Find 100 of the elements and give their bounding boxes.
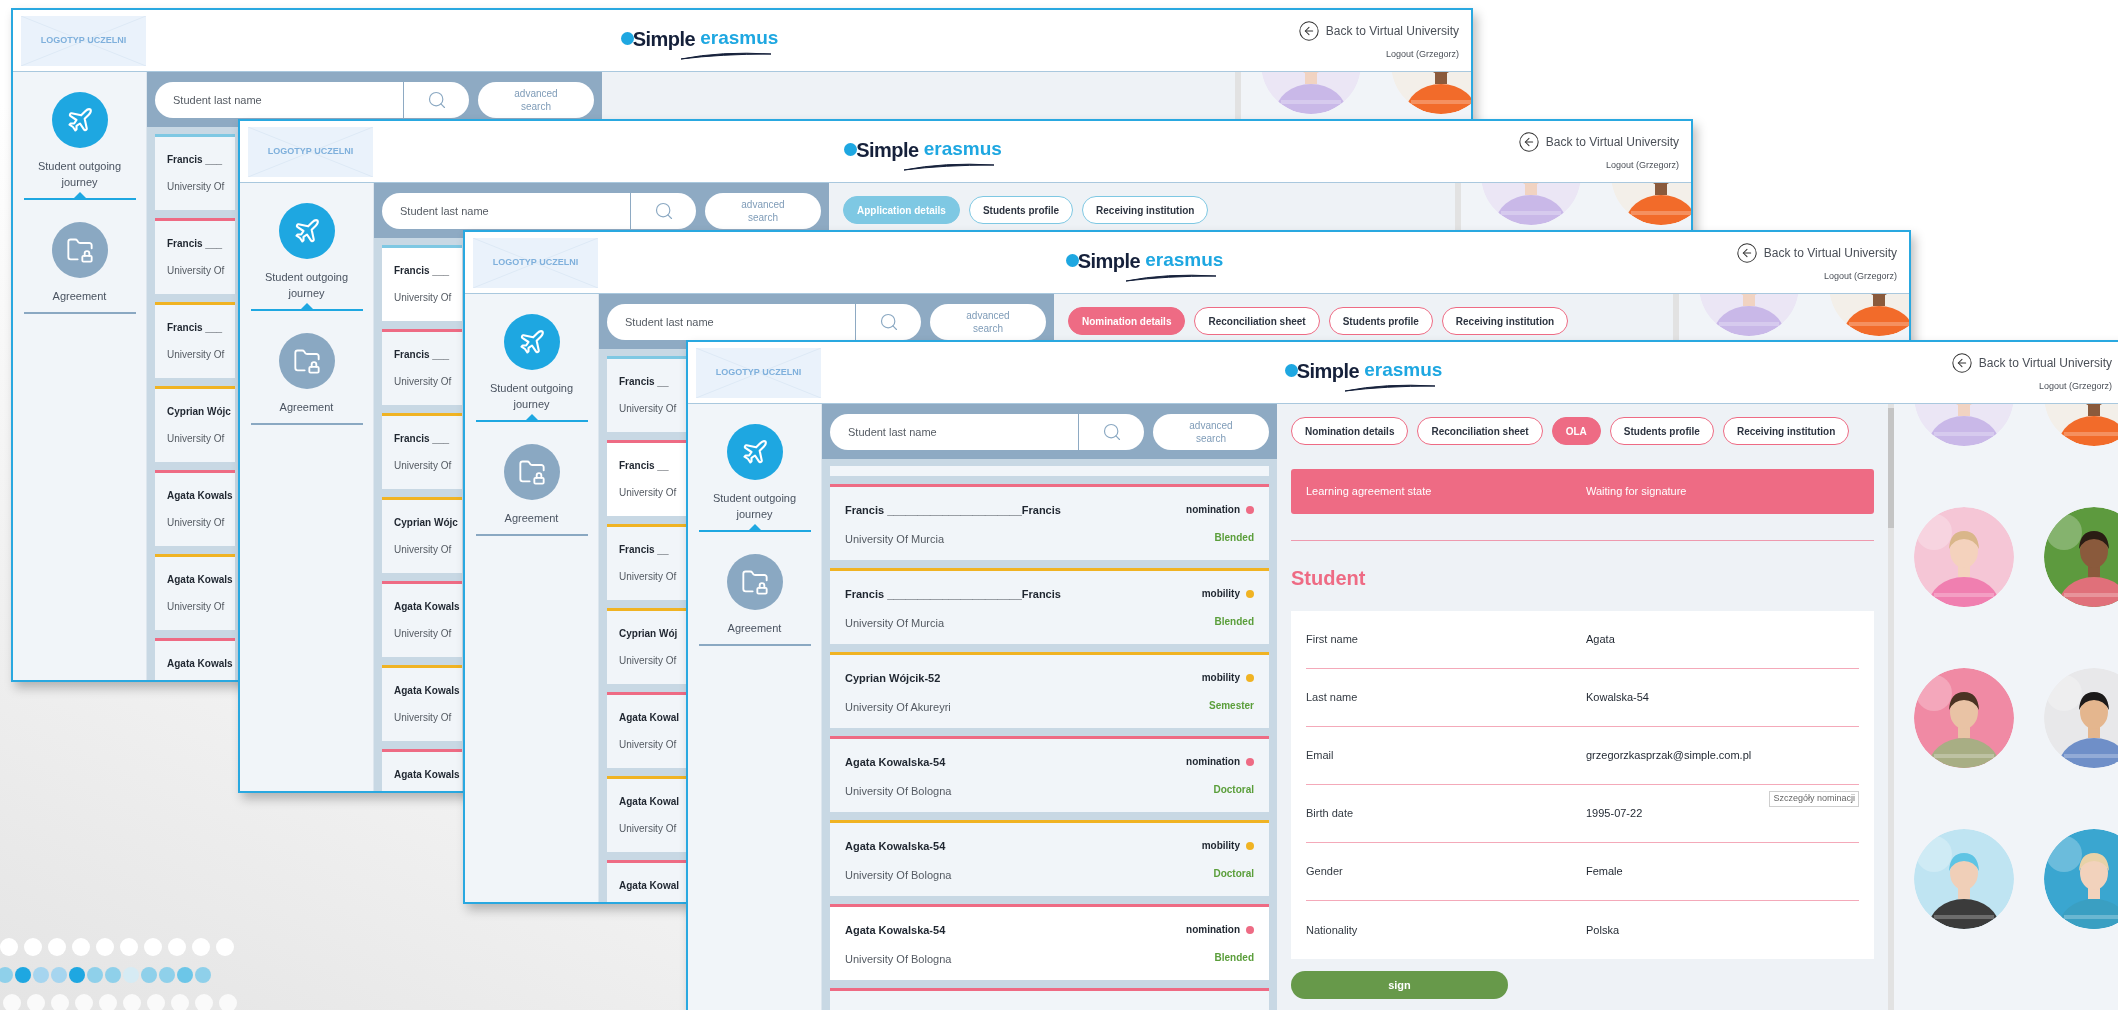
list-card[interactable]: Agata Kowals University Of xyxy=(382,581,462,657)
list-card[interactable]: Francis __ University Of xyxy=(607,524,687,600)
student-name: Agata Kowals xyxy=(394,600,460,614)
list-card[interactable]: Agata Kowals xyxy=(155,638,235,680)
search-button[interactable] xyxy=(855,303,921,340)
tab[interactable]: Reconciliation sheet xyxy=(1194,307,1320,335)
list-card[interactable]: Francis ______________________Francis University Of Murcia mobility Blended xyxy=(830,568,1269,644)
list-card[interactable]: Agata Kowal xyxy=(607,860,687,902)
search-field[interactable]: Student last name xyxy=(830,413,1078,450)
back-link[interactable]: Back to Virtual University xyxy=(1297,19,1459,42)
tab[interactable]: Students profile xyxy=(968,196,1074,224)
list-card[interactable]: Agata Kowal University Of xyxy=(607,776,687,852)
status-label: nomination xyxy=(1186,923,1240,937)
nav-item[interactable]: Student outgoing journey xyxy=(698,424,811,532)
nav-item[interactable]: Student outgoing journey xyxy=(475,314,588,422)
list-card[interactable]: Francis ___ University Of xyxy=(155,302,235,378)
tab[interactable]: Receiving institution xyxy=(1722,417,1850,445)
search-button[interactable] xyxy=(1078,413,1144,450)
nav-item[interactable]: Agreement xyxy=(475,444,588,536)
university-name: University Of xyxy=(619,654,678,668)
field-value: 1995-07-22 xyxy=(1586,806,1643,822)
list-card[interactable]: Agata Kowals University Of xyxy=(382,665,462,741)
back-link[interactable]: Back to Virtual University xyxy=(1517,130,1679,153)
tab[interactable]: Nomination details xyxy=(1291,417,1409,445)
list-card[interactable]: Francis ______________________Francis University Of Murcia nomination Blended xyxy=(830,484,1269,560)
student-name: Francis ___ xyxy=(394,264,451,278)
brand-logo: Simple erasmus xyxy=(620,23,779,58)
list-card[interactable]: Cyprian Wójc University Of xyxy=(155,386,235,462)
nav-item[interactable]: Agreement xyxy=(23,222,136,314)
tab[interactable]: Students profile xyxy=(1328,307,1433,335)
student-name: Agata Kowals xyxy=(167,489,233,503)
logout-link[interactable]: Logout (Grzegorz) xyxy=(1823,269,1897,284)
list-card[interactable]: Francis ___ University Of xyxy=(155,134,235,210)
university-name: University Of Murcia xyxy=(845,615,946,631)
list-card[interactable]: Francis ___ University Of xyxy=(382,413,462,489)
student-name: Francis ______________________Francis xyxy=(845,503,1061,518)
logout-link[interactable]: Logout (Grzegorz) xyxy=(1605,158,1679,173)
tab[interactable]: Students profile xyxy=(1609,417,1714,445)
back-link[interactable]: Back to Virtual University xyxy=(1950,351,2112,374)
student-name: Francis ___ xyxy=(167,321,224,335)
student-name: Francis __ xyxy=(619,543,670,557)
list-card[interactable]: Cyprian Wójc University Of xyxy=(382,497,462,573)
nav-item[interactable]: Student outgoing journey xyxy=(23,92,136,200)
field-label: Nationality xyxy=(1306,922,1359,938)
university-name: University Of xyxy=(394,543,453,557)
search-icon xyxy=(653,200,674,221)
field-label: First name xyxy=(1306,632,1359,648)
state-value: Waiting for signature xyxy=(1586,484,1687,500)
nav-item[interactable]: Student outgoing journey xyxy=(250,203,363,311)
student-name: Cyprian Wój xyxy=(619,627,678,641)
university-name: University Of xyxy=(394,711,453,725)
university-name: University Of xyxy=(394,459,452,473)
list-card[interactable]: Francis __ University Of xyxy=(607,356,687,432)
list-card[interactable]: Francis __ University Of xyxy=(607,440,687,516)
list-card[interactable]: Agata Kowals University Of xyxy=(155,554,235,630)
list-card[interactable]: Cyprian Wójcik-52 University Of Akureyri mobility Semester xyxy=(830,652,1269,728)
field-label: Gender xyxy=(1306,864,1344,880)
student-name: Agata Kowals xyxy=(394,768,460,782)
logout-link[interactable]: Logout (Grzegorz) xyxy=(1385,47,1459,62)
mobility-mode: Blended xyxy=(1214,951,1254,965)
tab[interactable]: Reconciliation sheet xyxy=(1417,417,1543,445)
university-name: University Of xyxy=(167,600,226,614)
list-card[interactable]: Agata Kowalska-54 University Of Bologna nomination Blended xyxy=(830,904,1269,980)
tab[interactable]: Receiving institution xyxy=(1441,307,1569,335)
list-card[interactable]: Agata Kowalska-54 University Of Bologna nomination Doctoral xyxy=(830,736,1269,812)
student-name: Agata Kowalska-54 xyxy=(845,839,947,854)
search-button[interactable] xyxy=(630,192,696,229)
university-name: University Of xyxy=(619,822,678,836)
list-card[interactable]: Agata Kowals University Of xyxy=(155,470,235,546)
list-card[interactable]: Cyprian Wój University Of xyxy=(607,608,687,684)
search-icon xyxy=(426,89,447,110)
tab[interactable]: Receiving institution xyxy=(1082,196,1209,224)
list-card[interactable]: Francis ___ University Of xyxy=(382,329,462,405)
list-card[interactable]: Francis ___ University Of xyxy=(155,218,235,294)
field-label: Email xyxy=(1306,748,1335,764)
logout-link[interactable]: Logout (Grzegorz) xyxy=(2038,379,2112,394)
university-name: University Of xyxy=(619,738,678,752)
list-card[interactable]: Agata Kowals xyxy=(382,749,462,791)
field-value: Kowalska-54 xyxy=(1586,690,1649,706)
scrollbar-thumb[interactable] xyxy=(1888,408,1894,528)
university-name: University Of xyxy=(619,486,677,500)
nav-item[interactable]: Agreement xyxy=(250,333,363,425)
university-name: University Of Akureyri xyxy=(845,699,951,715)
caret-icon xyxy=(748,524,761,530)
search-field[interactable]: Student last name xyxy=(607,303,855,340)
search-icon xyxy=(878,311,899,332)
list-card[interactable]: Agata Kowal University Of xyxy=(607,692,687,768)
university-logo: LOGOTYP UCZELNI xyxy=(696,347,821,398)
mobility-mode: Blended xyxy=(1214,531,1254,545)
university-name: University Of xyxy=(619,402,677,416)
back-link[interactable]: Back to Virtual University xyxy=(1735,241,1897,264)
list-card[interactable]: Francis ___ University Of xyxy=(382,245,462,321)
search-field[interactable]: Student last name xyxy=(382,192,630,229)
search-field[interactable]: Student last name xyxy=(155,81,403,118)
university-name: University Of xyxy=(394,291,452,305)
list-card[interactable]: Agata Kowalska-54 University Of Bologna mobility Doctoral xyxy=(830,820,1269,896)
university-name: University Of xyxy=(167,516,226,530)
student-name: Francis ___ xyxy=(394,348,451,362)
search-button[interactable] xyxy=(403,81,469,118)
nav-item[interactable]: Agreement xyxy=(698,554,811,646)
